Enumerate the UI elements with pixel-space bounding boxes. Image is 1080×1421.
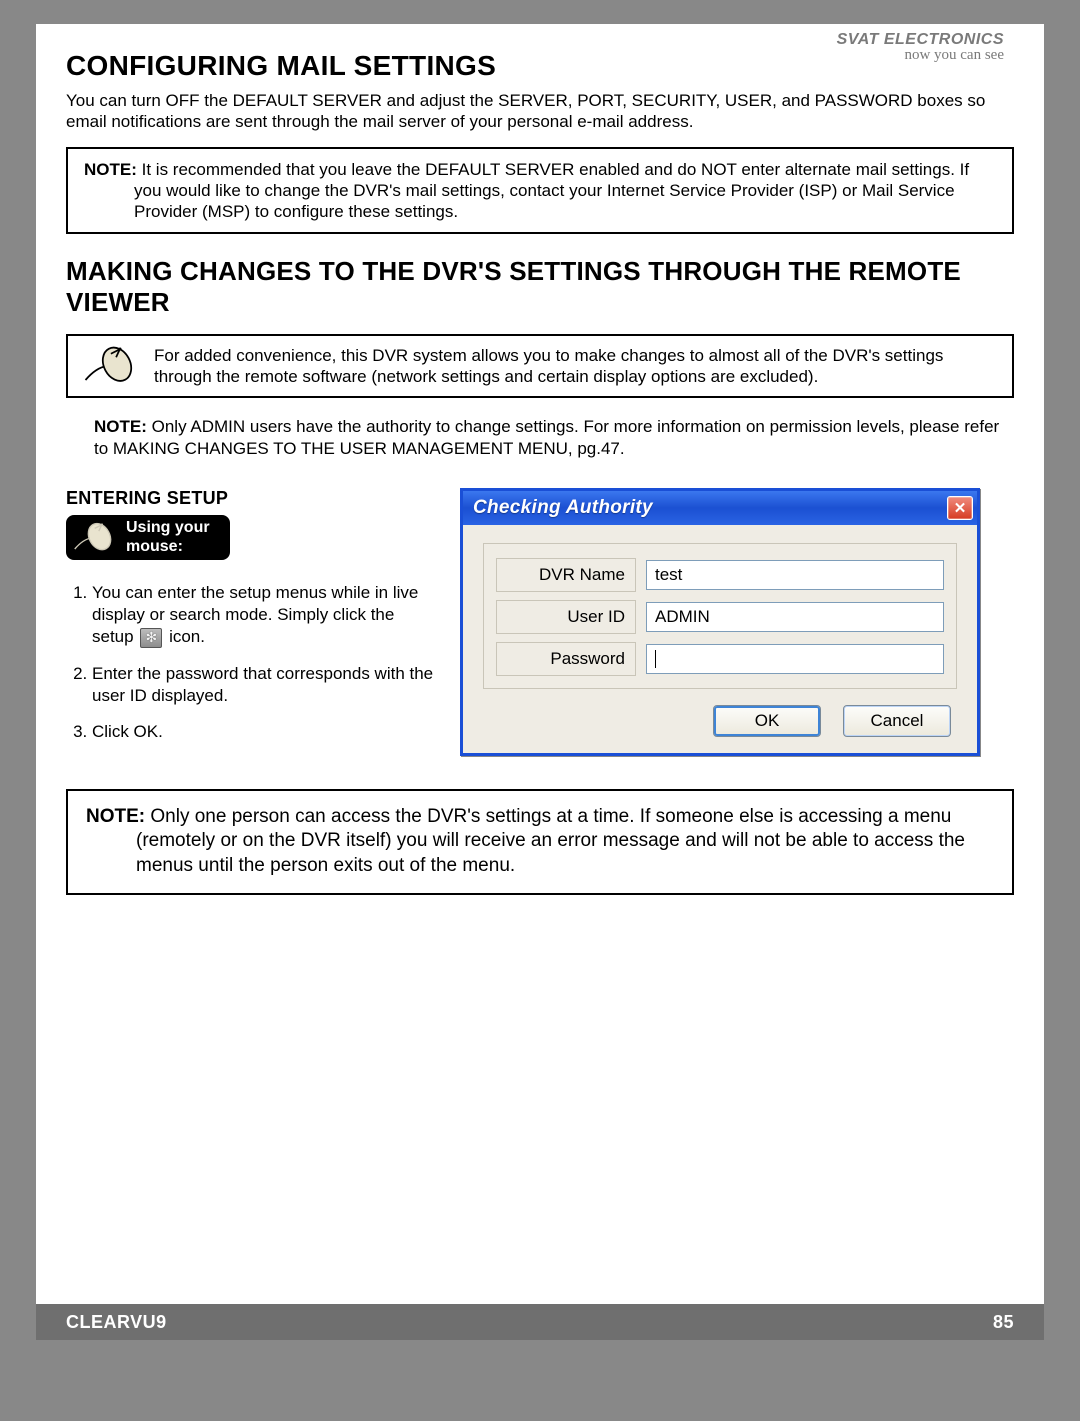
close-button[interactable]: ✕	[947, 496, 973, 520]
cancel-button[interactable]: Cancel	[843, 705, 951, 737]
mouse-icon	[72, 520, 116, 556]
note1-text: It is recommended that you leave the DEF…	[134, 160, 969, 222]
note-box-3: NOTE: Only one person can access the DVR…	[66, 789, 1014, 895]
steps-list: You can enter the setup menus while in l…	[66, 582, 436, 743]
note3-label: NOTE:	[86, 806, 145, 827]
dvr-name-label: DVR Name	[496, 558, 636, 592]
convenience-box: For added convenience, this DVR system a…	[66, 334, 1014, 398]
convenience-text: For added convenience, this DVR system a…	[154, 345, 998, 388]
mouse-icon	[82, 344, 138, 388]
section1-intro: You can turn OFF the DEFAULT SERVER and …	[66, 90, 1014, 133]
close-icon: ✕	[954, 499, 967, 517]
ok-button[interactable]: OK	[713, 705, 821, 737]
brand-name: SVAT ELECTRONICS	[837, 32, 1004, 48]
footer-page-number: 85	[993, 1312, 1014, 1333]
text-caret	[655, 650, 656, 668]
entering-setup-heading: ENTERING SETUP	[66, 488, 436, 509]
dialog-titlebar[interactable]: Checking Authority ✕	[463, 491, 977, 525]
manual-page: SVAT ELECTRONICS now you can see CONFIGU…	[36, 24, 1044, 1340]
step-1: You can enter the setup menus while in l…	[92, 582, 436, 648]
dialog-title: Checking Authority	[473, 497, 653, 519]
user-id-label: User ID	[496, 600, 636, 634]
footer-product: CLEARVU9	[66, 1312, 167, 1333]
mouse-badge-text: Using your mouse:	[126, 519, 210, 556]
user-id-field[interactable]: ADMIN	[646, 602, 944, 632]
form-group: DVR Name test User ID ADMIN Password	[483, 543, 957, 689]
dvr-name-field[interactable]: test	[646, 560, 944, 590]
step-3: Click OK.	[92, 721, 436, 743]
step-2: Enter the password that corresponds with…	[92, 663, 436, 707]
brand-tagline: now you can see	[837, 48, 1004, 63]
gear-icon	[140, 628, 162, 648]
note2: NOTE: Only ADMIN users have the authorit…	[94, 416, 1014, 460]
setup-instructions: ENTERING SETUP Using your mouse: You can…	[66, 488, 436, 756]
checking-authority-dialog: Checking Authority ✕ DVR Name test User …	[460, 488, 980, 756]
note-box-1: NOTE: It is recommended that you leave t…	[66, 147, 1014, 235]
note2-label: NOTE:	[94, 417, 147, 436]
brand-block: SVAT ELECTRONICS now you can see	[837, 32, 1004, 63]
section2-title: MAKING CHANGES TO THE DVR'S SETTINGS THR…	[66, 256, 1014, 318]
page-footer: CLEARVU9 85	[36, 1304, 1044, 1340]
dialog-body: DVR Name test User ID ADMIN Password OK …	[463, 525, 977, 753]
note1-label: NOTE:	[84, 160, 137, 179]
password-label: Password	[496, 642, 636, 676]
mouse-badge: Using your mouse:	[66, 515, 230, 560]
password-field[interactable]	[646, 644, 944, 674]
note3-text: Only one person can access the DVR's set…	[136, 806, 965, 876]
note2-text: Only ADMIN users have the authority to c…	[94, 417, 999, 458]
